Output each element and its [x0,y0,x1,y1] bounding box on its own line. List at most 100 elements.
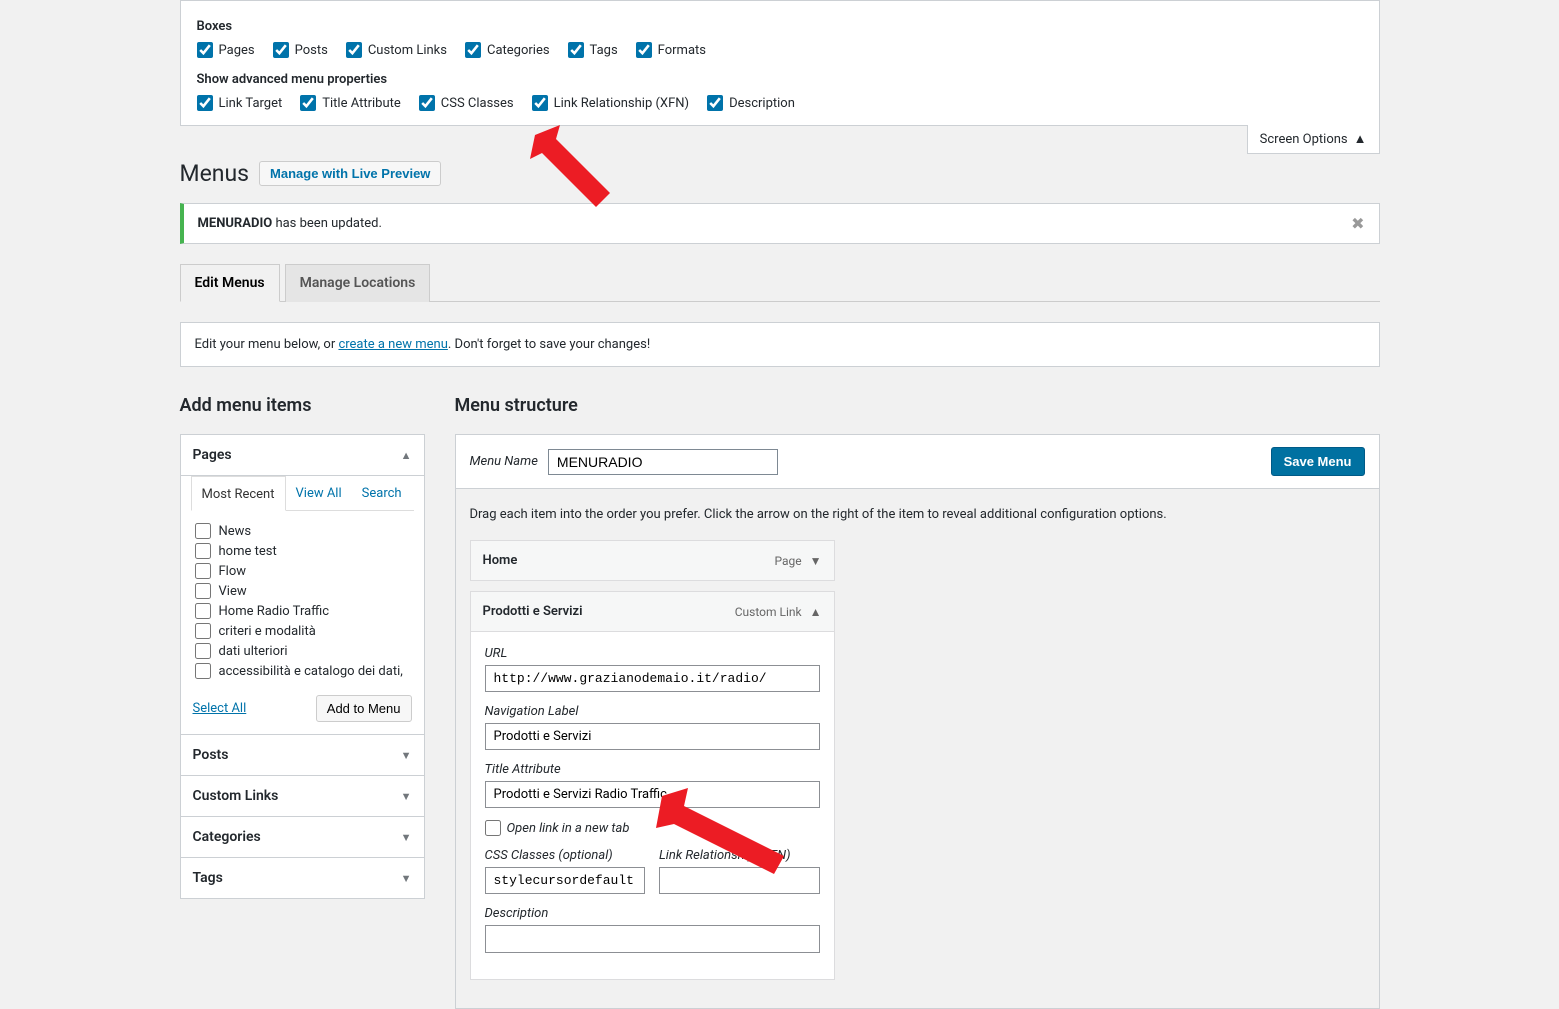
page-item: criteri e modalità [195,621,410,641]
checkbox[interactable] [568,42,584,58]
acc-header-tags[interactable]: Tags ▼ [181,857,424,898]
menu-item-header[interactable]: Prodotti e Servizi Custom Link ▲ [471,592,834,631]
page-checkbox[interactable] [195,663,211,679]
page-checkbox[interactable] [195,563,211,579]
page-label: criteri e modalità [219,624,316,639]
checkbox[interactable] [532,95,548,111]
select-all-link[interactable]: Select All [193,701,247,716]
live-preview-button[interactable]: Manage with Live Preview [259,161,441,186]
checkbox-label: Link Relationship (XFN) [554,96,689,111]
nav-input[interactable] [485,723,820,750]
nav-tab[interactable]: Edit Menus [180,264,280,302]
checkbox-label: Title Attribute [322,96,401,111]
add-items-heading: Add menu items [180,395,425,416]
page-item: home test [195,541,410,561]
menu-structure-heading: Menu structure [455,395,1380,416]
menu-name-input[interactable] [548,449,778,475]
menu-item-type: Custom Link [735,605,802,619]
page-label: home test [219,544,277,559]
css-classes-input[interactable] [485,867,646,894]
checkbox[interactable] [707,95,723,111]
checkbox[interactable] [197,95,213,111]
checkbox[interactable] [273,42,289,58]
menu-item-type: Page [774,554,801,568]
checkbox-label: Categories [487,43,550,58]
advanced-heading: Show advanced menu properties [197,72,1363,87]
create-menu-link[interactable]: create a new menu [338,337,447,352]
panel-tab[interactable]: View All [286,476,352,510]
checkbox[interactable] [346,42,362,58]
checkbox[interactable] [197,42,213,58]
page-checkbox[interactable] [195,643,211,659]
nav-tab[interactable]: Manage Locations [285,264,431,302]
page-item: View [195,581,410,601]
acc-header-posts[interactable]: Posts ▼ [181,734,424,775]
drag-hint: Drag each item into the order you prefer… [470,507,1365,522]
panel-tab[interactable]: Most Recent [191,476,286,511]
checkbox-label: CSS Classes [441,96,514,111]
checkbox-item: Link Target [197,95,283,111]
checkbox-label: Custom Links [368,43,447,58]
url-label: URL [485,646,820,661]
screen-options-tab[interactable]: Screen Options ▲ [1247,125,1380,154]
checkbox-item: Description [707,95,795,111]
acc-header-categories[interactable]: Categories ▼ [181,816,424,857]
page-checkbox[interactable] [195,603,211,619]
chevron-up-icon: ▲ [1354,131,1367,147]
acc-header-pages[interactable]: Pages ▲ [181,435,424,475]
page-item: Home Radio Traffic [195,601,410,621]
page-checkbox[interactable] [195,523,211,539]
checkbox[interactable] [419,95,435,111]
page-checkbox[interactable] [195,623,211,639]
acc-title: Tags [193,870,223,886]
page-title: Menus [180,160,250,187]
open-new-tab-checkbox[interactable] [485,820,501,836]
menu-item-home[interactable]: Home Page ▼ [470,540,835,581]
checkbox[interactable] [636,42,652,58]
page-item: News [195,521,410,541]
save-button[interactable]: Save Menu [1271,447,1365,476]
boxes-heading: Boxes [197,19,1363,34]
page-checkbox[interactable] [195,583,211,599]
panel-tab[interactable]: Search [352,476,412,510]
page-checkbox[interactable] [195,543,211,559]
xfn-input[interactable] [659,867,820,894]
add-to-menu-button[interactable]: Add to Menu [316,695,412,722]
chevron-down-icon: ▼ [401,831,412,844]
page-label: News [219,524,252,539]
checkbox-item: Posts [273,42,328,58]
xfn-label: Link Relationship (XFN) [659,848,820,863]
page-label: accessibilità e catalogo dei dati, [219,664,403,679]
checkbox-item: Categories [465,42,550,58]
acc-title: Pages [193,447,232,463]
desc-input[interactable] [485,925,820,953]
chevron-down-icon: ▼ [401,749,412,762]
page-label: dati ulteriori [219,644,288,659]
checkbox-item: Formats [636,42,706,58]
menu-item-name: Home [483,553,518,568]
checkbox[interactable] [465,42,481,58]
close-icon[interactable]: ✖ [1351,214,1364,233]
menu-item-name: Prodotti e Servizi [483,604,583,619]
notice-bold: MENURADIO [198,216,273,231]
menu-item-prodotti: Prodotti e Servizi Custom Link ▲ URL [470,591,835,980]
checkbox-label: Posts [295,43,328,58]
update-notice: MENURADIO has been updated. ✖ [180,203,1380,244]
open-new-tab-label: Open link in a new tab [507,821,630,836]
checkbox[interactable] [300,95,316,111]
page-item: Flow [195,561,410,581]
page-item: accessibilità e catalogo dei dati, [195,661,410,681]
info-prefix: Edit your menu below, or [195,337,339,352]
checkbox-label: Formats [658,43,706,58]
checkbox-label: Tags [590,43,618,58]
checkbox-item: Tags [568,42,618,58]
menu-frame: Menu Name Save Menu Drag each item into … [455,434,1380,1009]
screen-options-tab-label: Screen Options [1260,132,1348,147]
acc-title: Custom Links [193,788,279,804]
page-label: Flow [219,564,247,579]
chevron-down-icon: ▼ [401,872,412,885]
url-input[interactable] [485,665,820,692]
acc-header-custom-links[interactable]: Custom Links ▼ [181,775,424,816]
acc-title: Posts [193,747,229,763]
title-attr-input[interactable] [485,781,820,808]
